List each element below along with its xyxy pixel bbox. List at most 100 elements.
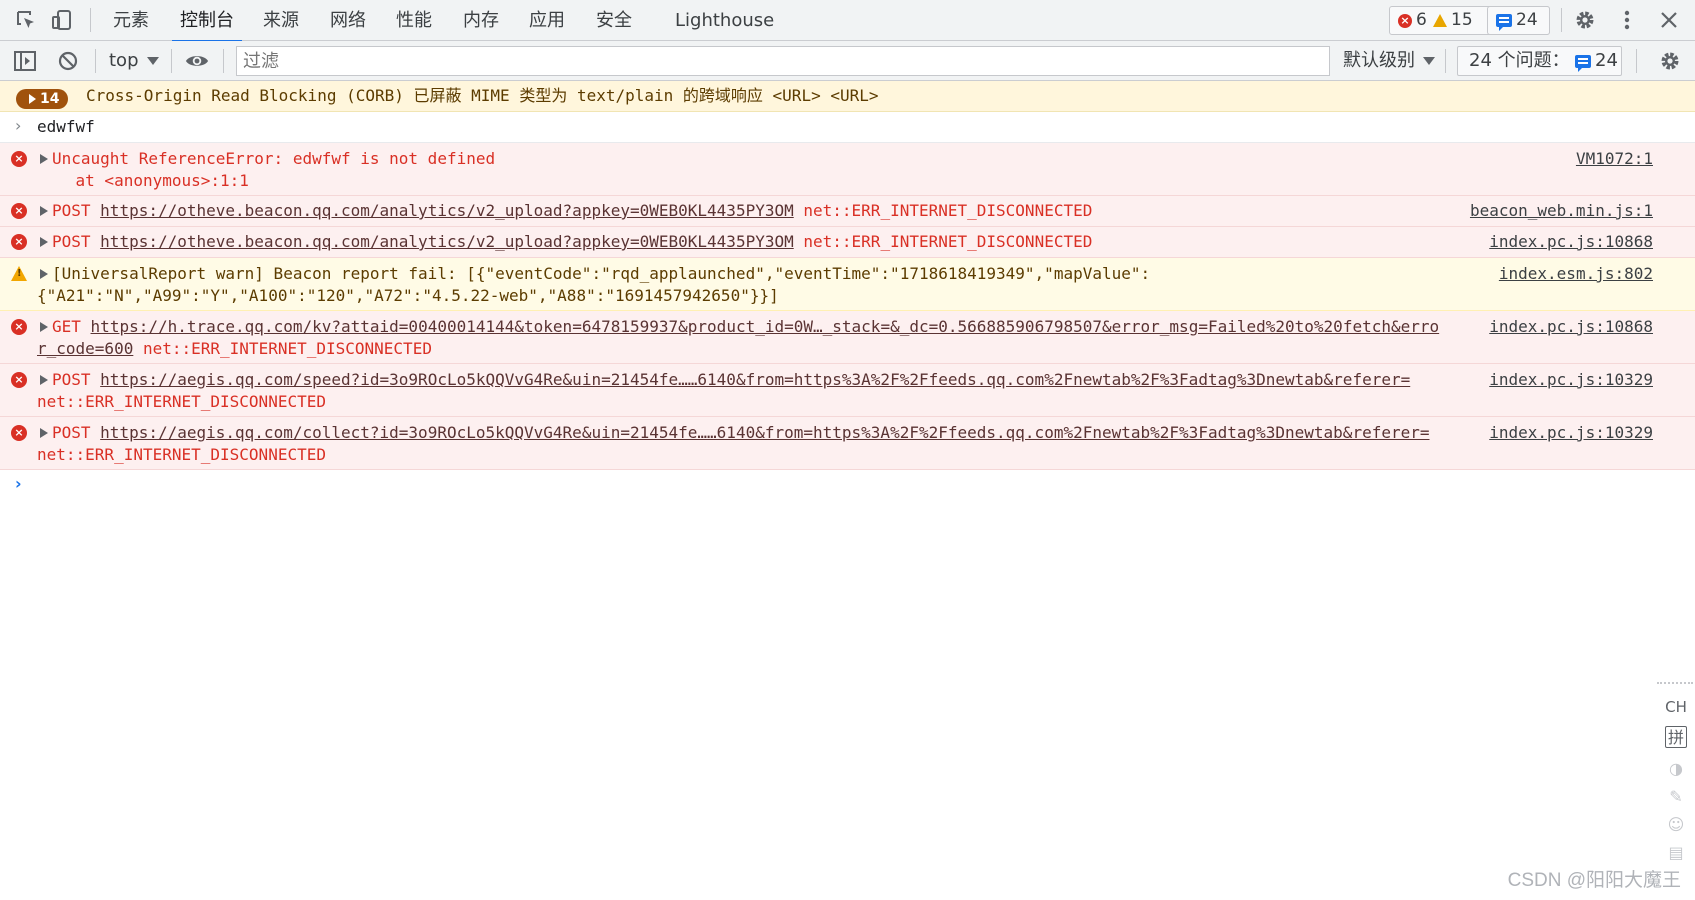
console-message-error[interactable]: × POST https://otheve.beacon.qq.com/anal… [0,196,1695,227]
console-toolbar: top 默认级别 24 个问题： 24 [0,41,1695,81]
expand-arrow-icon[interactable] [40,322,48,332]
ime-pinyin-button[interactable]: 拼 [1665,726,1687,748]
tab-security[interactable]: 安全 [596,0,632,41]
expand-arrow-icon[interactable] [40,154,48,164]
log-level-value: 默认级别 [1343,50,1415,71]
console-settings-icon[interactable] [1658,49,1682,73]
console-input-echo: › edwfwf [0,112,1695,143]
corb-message-group[interactable]: 14 Cross-Origin Read Blocking (CORB) 已屏蔽… [0,81,1695,112]
error-count: 6 [1416,10,1427,30]
expand-arrow-icon[interactable] [40,375,48,385]
issues-button[interactable]: 24 个问题： 24 [1457,46,1622,76]
source-link[interactable]: index.pc.js:10329 [1489,422,1653,444]
issues-label: 24 个问题： [1469,50,1570,71]
error-suffix: net::ERR_INTERNET_DISCONNECTED [37,392,326,411]
error-icon: × [11,319,27,335]
source-link[interactable]: VM1072:1 [1576,148,1653,170]
issues-counter[interactable]: 24 [1487,6,1550,35]
sidebar-icon[interactable] [13,49,37,73]
toolbar-divider [171,49,172,73]
request-method: POST [52,423,91,442]
tab-lighthouse[interactable]: Lighthouse [675,0,774,41]
context-value: top [109,50,139,71]
request-url-link[interactable]: https://otheve.beacon.qq.com/analytics/v… [100,232,794,251]
tab-application[interactable]: 应用 [529,0,565,41]
clear-icon[interactable] [56,49,80,73]
error-stack-line: at <anonymous>:1:1 [37,171,249,190]
source-link[interactable]: beacon_web.min.js:1 [1470,200,1653,222]
error-text: Uncaught ReferenceError: edwfwf is not d… [52,149,496,168]
input-echo-text: edwfwf [37,117,95,136]
ime-toolbox-icon[interactable]: ▤ [1665,842,1687,864]
chevron-down-icon [1423,57,1435,65]
error-suffix: net::ERR_INTERNET_DISCONNECTED [37,445,326,464]
ime-emoji-icon[interactable]: ☺ [1665,814,1687,836]
ime-drag-handle[interactable] [1657,682,1693,684]
ime-settings-icon[interactable]: ✎ [1665,786,1687,808]
close-icon[interactable] [1657,8,1681,32]
devtools-tabbar: 元素 控制台 来源 网络 性能 内存 应用 安全 Lighthouse × 6 … [0,0,1695,42]
prompt-chevron-icon: › [15,474,22,493]
expand-arrow-icon[interactable] [40,237,48,247]
settings-icon[interactable] [1573,8,1597,32]
expand-arrow-icon[interactable] [40,269,48,279]
error-icon: × [11,425,27,441]
context-select[interactable]: top [109,41,159,81]
request-url-link[interactable]: https://h.trace.qq.com/kv?attaid=0040001… [91,317,1440,336]
toolbar-divider [1561,8,1562,32]
source-link[interactable]: index.pc.js:10868 [1489,231,1653,253]
warning-icon [11,266,27,281]
error-suffix: net::ERR_INTERNET_DISCONNECTED [142,339,432,358]
console-message-error[interactable]: × POST https://aegis.qq.com/collect?id=3… [0,417,1695,470]
request-url-link[interactable]: https://otheve.beacon.qq.com/analytics/v… [100,201,794,220]
error-suffix: net::ERR_INTERNET_DISCONNECTED [803,201,1093,220]
source-link[interactable]: index.esm.js:802 [1499,263,1653,285]
request-url-link[interactable]: https://aegis.qq.com/collect?id=3o9ROcLo… [100,423,1429,442]
chevron-right-icon: › [15,116,22,135]
request-url-link[interactable]: https://aegis.qq.com/speed?id=3o9ROcLo5k… [100,370,1410,389]
toolbar-divider [1445,49,1446,73]
ime-mode-toggle[interactable]: CH [1665,696,1687,718]
message-icon [1496,14,1512,31]
message-icon [1575,55,1591,72]
warning-text-continued: {"A21":"N","A99":"Y","A100":"120","A72":… [37,286,779,305]
ime-punctuation-icon[interactable]: ◑ [1665,758,1687,780]
expand-arrow-icon[interactable] [40,206,48,216]
request-url-link-continued[interactable]: r_code=600 [37,339,133,358]
tab-performance[interactable]: 性能 [396,0,432,41]
console-prompt[interactable]: › [0,470,1695,500]
console-message-warning[interactable]: [UniversalReport warn] Beacon report fai… [0,258,1695,311]
inspect-icon[interactable] [14,8,38,32]
console-message-error[interactable]: × POST https://otheve.beacon.qq.com/anal… [0,227,1695,258]
console-message-error[interactable]: × Uncaught ReferenceError: edwfwf is not… [0,143,1695,196]
warning-count: 15 [1451,10,1473,30]
console-message-error[interactable]: × GET https://h.trace.qq.com/kv?attaid=0… [0,311,1695,364]
warning-icon [1433,14,1447,27]
error-icon: × [1398,13,1412,28]
request-method: POST [52,232,91,251]
error-icon: × [11,151,27,167]
tab-network[interactable]: 网络 [330,0,366,41]
device-toggle-icon[interactable] [50,8,74,32]
source-link[interactable]: index.pc.js:10868 [1489,316,1653,338]
console-message-error[interactable]: × POST https://aegis.qq.com/speed?id=3o9… [0,364,1695,417]
expand-arrow-icon[interactable] [40,428,48,438]
toolbar-divider [90,8,91,32]
eye-icon[interactable] [185,49,209,73]
tab-elements[interactable]: 元素 [113,0,149,41]
request-method: POST [52,201,91,220]
chevron-down-icon [146,57,159,65]
filter-input[interactable] [236,46,1330,76]
more-icon[interactable] [1615,8,1639,32]
tab-sources[interactable]: 来源 [263,0,299,41]
source-link[interactable]: index.pc.js:10329 [1489,369,1653,391]
group-count-badge[interactable]: 14 [16,89,68,109]
tab-memory[interactable]: 内存 [463,0,499,41]
log-level-select[interactable]: 默认级别 [1343,41,1435,81]
toolbar-divider [1636,49,1637,73]
issue-count: 24 [1516,10,1538,30]
console-output: 14 Cross-Origin Read Blocking (CORB) 已屏蔽… [0,81,1695,500]
tab-console[interactable]: 控制台 [172,0,242,42]
toolbar-divider [223,49,224,73]
toolbar-divider [95,49,96,73]
